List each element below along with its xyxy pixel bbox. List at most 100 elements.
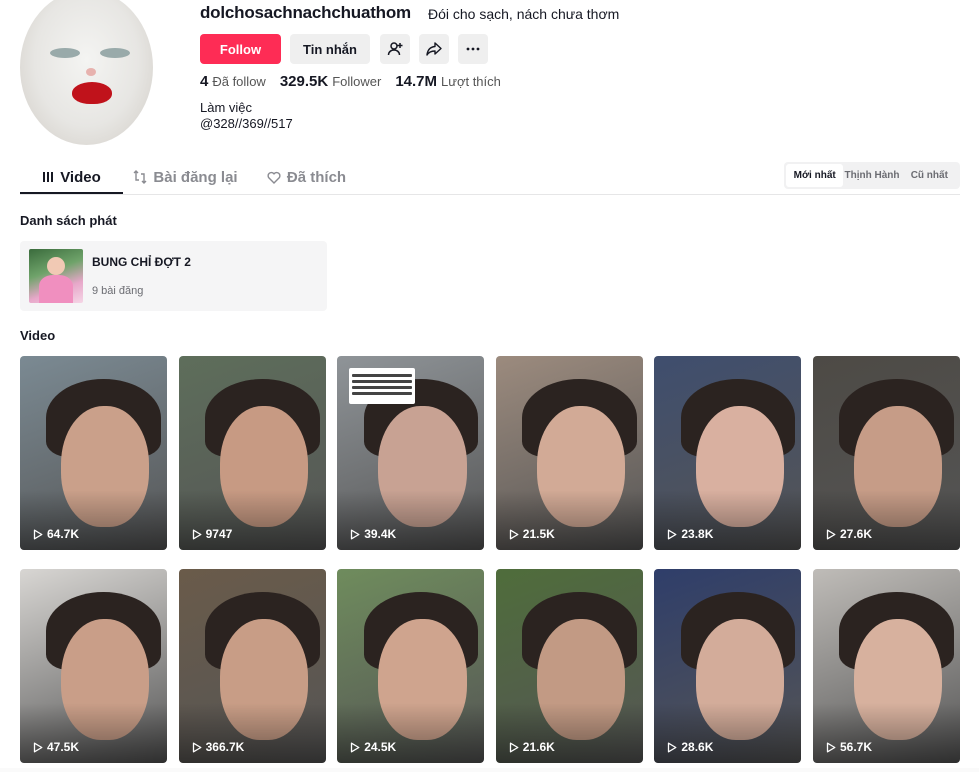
video-caption-overlay [349,368,416,404]
video-view-count: 21.5K [509,527,555,541]
video-card[interactable]: 56.7K [812,569,960,763]
profile-tabs: Video Bài đăng lại Đã thích [20,160,365,194]
video-view-count: 9747 [192,527,233,541]
playlist-name: BUNG CHỈ ĐỢT 2 [92,255,191,269]
playlist-thumbnail [29,249,83,303]
video-card[interactable]: 39.4K [337,356,485,550]
ellipsis-icon [466,47,480,51]
profile-nickname: Đói cho sạch, nách chưa thơm [428,6,620,22]
play-outline-icon [668,529,677,539]
avatar-eye-left [50,48,80,58]
video-thumbnail-shade [495,703,643,763]
more-options-button[interactable] [458,34,488,64]
video-card[interactable]: 21.5K [495,356,643,550]
video-view-count-value: 21.5K [522,527,555,541]
play-outline-icon [192,529,202,539]
tab-liked-label: Đã thích [286,168,347,186]
profile-username: dolchosachnachchuathom [200,3,411,22]
video-view-count-value: 64.7K [47,527,80,541]
video-thumbnail-shade [178,490,326,550]
profile-bio-line: @328//369//517 [200,116,293,131]
video-thumbnail-shade [337,490,485,550]
video-grid: 64.7K 9747 39.4K 21.5K 23.8K 27.6K 47.5K 366.7K… [20,356,960,763]
play-outline-icon [192,742,202,752]
sort-toggle: Mới nhất Thịnh Hành Cũ nhất [784,162,960,189]
avatar-nose [86,68,96,76]
tab-video-label: Video [60,168,101,186]
video-card[interactable]: 21.6K [495,569,643,763]
play-outline-icon [668,742,677,752]
tab-video[interactable]: Video [20,160,123,194]
video-thumbnail-shade [337,703,485,763]
tab-repost-label: Bài đăng lại [153,168,238,186]
play-outline-icon [826,529,836,539]
play-outline-icon [33,742,43,752]
video-view-count-value: 28.6K [681,740,714,754]
video-card[interactable]: 9747 [178,356,326,550]
followers-stat[interactable]: 329.5K Follower [280,73,382,90]
playlist-card[interactable]: BUNG CHỈ ĐỢT 2 9 bài đăng [20,241,327,311]
video-view-count-value: 9747 [205,527,233,541]
likes-count: 14.7M [395,73,438,90]
play-outline-icon [33,529,43,539]
play-outline-icon [351,742,360,752]
tab-liked[interactable]: Đã thích [248,160,365,194]
video-view-count: 23.8K [667,527,713,541]
video-view-count: 21.6K [509,740,555,754]
video-card[interactable]: 27.6K [812,356,960,550]
video-card[interactable]: 47.5K [20,569,167,763]
video-card[interactable]: 64.7K [20,356,167,550]
video-view-count-value: 23.8K [681,527,714,541]
add-user-icon [387,42,403,56]
video-thumbnail-shade [495,490,643,550]
grid-lines-icon [43,172,54,182]
heart-outline-icon [267,171,281,184]
video-view-count: 366.7K [192,740,245,754]
video-view-count: 47.5K [33,740,79,754]
playlist-count: 9 bài đăng [92,285,144,297]
video-view-count: 28.6K [667,740,713,754]
video-view-count-value: 39.4K [364,527,397,541]
following-stat[interactable]: 4 Đã follow [200,73,266,90]
video-thumbnail-shade [178,703,326,763]
message-button[interactable]: Tin nhắn [290,34,370,64]
profile-bio-line: Làm việc [200,100,253,115]
repost-icon [133,170,147,184]
share-icon [426,42,442,56]
video-thumbnail-shade [812,490,960,550]
share-button[interactable] [419,34,449,64]
avatar-eye-right [100,48,130,58]
video-thumbnail-shade [20,490,167,550]
follow-button[interactable]: Follow [200,34,281,64]
following-count: 4 [200,73,209,90]
video-section-title: Video [20,328,56,343]
video-view-count: 64.7K [33,527,79,541]
tabs-divider [20,194,960,195]
play-outline-icon [826,742,836,752]
video-thumbnail-shade [20,703,167,763]
followers-count: 329.5K [279,73,329,90]
video-card[interactable]: 23.8K [654,356,802,550]
video-view-count-value: 27.6K [839,527,872,541]
video-card[interactable]: 366.7K [178,569,326,763]
tab-repost[interactable]: Bài đăng lại [123,160,248,194]
sort-oldest[interactable]: Cũ nhất [901,164,958,187]
video-view-count: 24.5K [350,740,396,754]
play-outline-icon [509,742,519,752]
video-card[interactable]: 24.5K [337,569,485,763]
video-thumbnail-shade [812,703,960,763]
avatar-lips [72,82,112,104]
video-view-count-value: 21.6K [522,740,555,754]
bottom-edge [0,768,979,772]
video-view-count-value: 24.5K [364,740,397,754]
video-view-count-value: 366.7K [205,740,245,754]
likes-stat: 14.7M Lượt thích [395,73,501,90]
sort-popular[interactable]: Thịnh Hành [843,164,900,187]
video-view-count: 39.4K [350,527,396,541]
video-thumbnail-shade [654,490,802,550]
sort-newest[interactable]: Mới nhất [786,164,844,187]
video-card[interactable]: 28.6K [654,569,802,763]
profile-avatar[interactable] [20,0,153,145]
likes-label: Lượt thích [441,74,501,89]
add-friend-button[interactable] [380,34,410,64]
